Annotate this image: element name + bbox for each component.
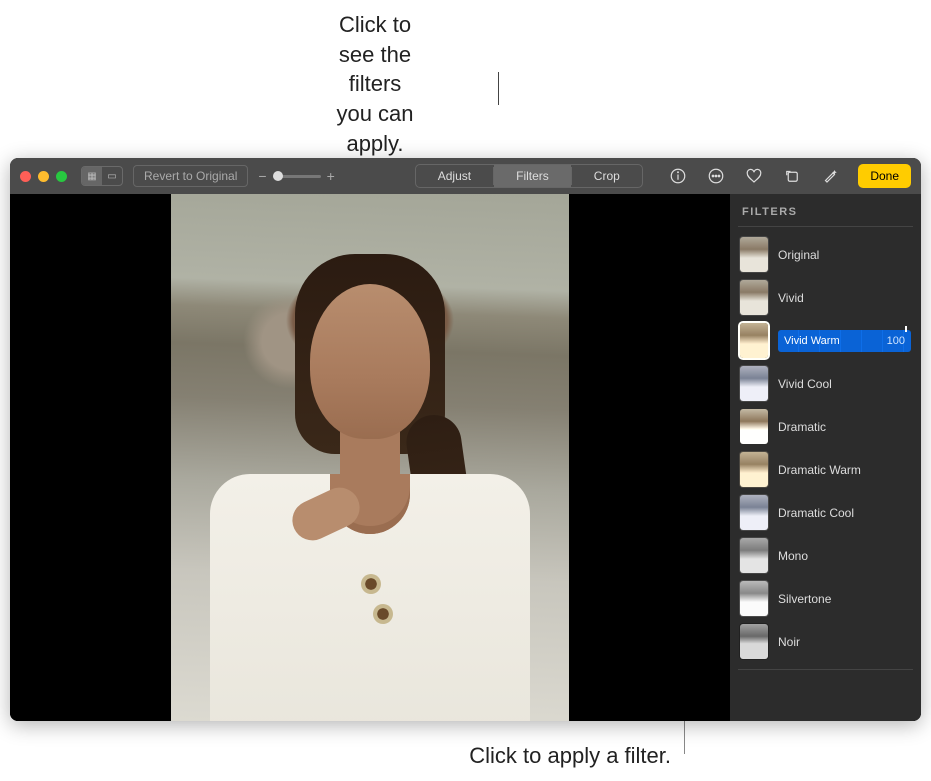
panel-title: FILTERS <box>738 204 913 227</box>
photo-canvas[interactable] <box>10 194 729 721</box>
filter-label: Vivid Cool <box>778 377 911 391</box>
fullscreen-window-button[interactable] <box>56 171 67 182</box>
filter-intensity-slider[interactable]: Vivid Warm 100 <box>778 330 911 352</box>
tab-adjust[interactable]: Adjust <box>416 165 493 187</box>
close-window-button[interactable] <box>20 171 31 182</box>
filter-label: Original <box>778 248 911 262</box>
filter-thumbnail <box>740 323 768 358</box>
filter-row-dramatic-cool[interactable]: Dramatic Cool <box>738 493 913 532</box>
filter-label: Vivid <box>778 291 911 305</box>
toolbar: ▦ ▭ Revert to Original − + Adjust Filter… <box>10 158 921 194</box>
filter-label: Dramatic Cool <box>778 506 911 520</box>
filter-label: Dramatic Warm <box>778 463 911 477</box>
filter-row-mono[interactable]: Mono <box>738 536 913 575</box>
zoom-in-icon[interactable]: + <box>327 168 335 184</box>
rotate-icon[interactable] <box>778 164 806 188</box>
filter-row-vivid[interactable]: Vivid <box>738 278 913 317</box>
separator <box>738 669 913 670</box>
filter-thumbnail <box>740 237 768 272</box>
filter-thumbnail <box>740 366 768 401</box>
filter-thumbnail <box>740 624 768 659</box>
filter-thumbnail <box>740 495 768 530</box>
editor-body: FILTERS OriginalVividVivid Warm100Vivid … <box>10 194 921 721</box>
edit-mode-segmented: Adjust Filters Crop <box>415 164 643 188</box>
info-icon[interactable] <box>664 164 692 188</box>
filter-row-silvertone[interactable]: Silvertone <box>738 579 913 618</box>
filter-row-noir[interactable]: Noir <box>738 622 913 661</box>
favorite-heart-icon[interactable] <box>740 164 768 188</box>
filter-label: Dramatic <box>778 420 911 434</box>
filter-row-dramatic[interactable]: Dramatic <box>738 407 913 446</box>
tab-crop[interactable]: Crop <box>572 165 642 187</box>
thumbnails-single-icon: ▭ <box>102 167 122 185</box>
filter-thumbnail <box>740 280 768 315</box>
thumbnails-grid-icon: ▦ <box>82 167 102 185</box>
filter-label: Mono <box>778 549 911 563</box>
filter-row-original[interactable]: Original <box>738 235 913 274</box>
zoom-out-icon[interactable]: − <box>258 168 266 184</box>
callout-filters-tab: Click to see thefilters you can apply. <box>0 0 420 158</box>
filters-panel: FILTERS OriginalVividVivid Warm100Vivid … <box>729 194 921 721</box>
zoom-slider[interactable] <box>273 175 321 178</box>
zoom-slider-knob[interactable] <box>273 171 283 181</box>
filter-intensity-value: 100 <box>887 335 905 347</box>
filter-row-dramatic-warm[interactable]: Dramatic Warm <box>738 450 913 489</box>
photo-preview <box>171 194 569 721</box>
filter-thumbnail <box>740 581 768 616</box>
minimize-window-button[interactable] <box>38 171 49 182</box>
filter-label: Vivid Warm <box>784 335 840 347</box>
app-window: ▦ ▭ Revert to Original − + Adjust Filter… <box>10 158 921 721</box>
filters-list: Original Vivid Vivid Warm 100 Vivid Cool Dram… <box>738 235 913 661</box>
more-icon[interactable] <box>702 164 730 188</box>
filter-row-vivid-cool[interactable]: Vivid Cool <box>738 364 913 403</box>
zoom-slider-group: − + <box>258 168 334 184</box>
thumbnails-toggle[interactable]: ▦ ▭ <box>81 166 123 186</box>
filter-thumbnail <box>740 409 768 444</box>
auto-enhance-icon[interactable] <box>816 164 844 188</box>
tab-filters[interactable]: Filters <box>494 165 571 187</box>
filter-label: Silvertone <box>778 592 911 606</box>
filter-thumbnail <box>740 538 768 573</box>
filter-label: Noir <box>778 635 911 649</box>
window-controls <box>20 171 67 182</box>
filter-row-vivid-warm[interactable]: Vivid Warm 100 <box>738 321 913 360</box>
revert-to-original-button[interactable]: Revert to Original <box>133 165 248 187</box>
callout-line <box>498 72 499 105</box>
done-button[interactable]: Done <box>858 164 911 188</box>
callout-apply-filter: Click to apply a filter. <box>469 743 671 769</box>
filter-thumbnail <box>740 452 768 487</box>
